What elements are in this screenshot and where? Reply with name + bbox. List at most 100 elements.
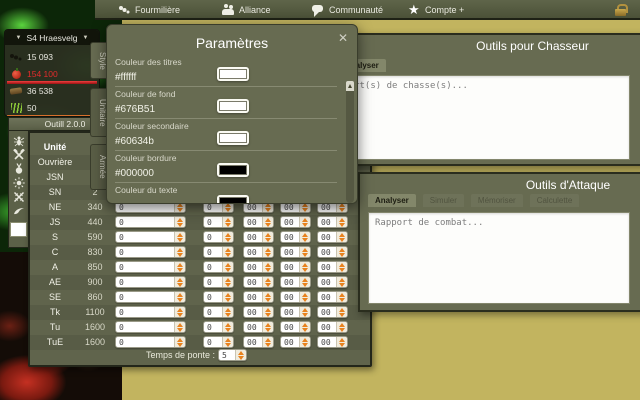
unit-pair-input[interactable]: 00 [280,246,311,258]
spinner-buttons[interactable] [262,217,273,227]
spinner-buttons[interactable] [174,217,185,227]
spinner-up-icon[interactable] [265,248,271,252]
spinner-up-icon[interactable] [177,338,183,342]
unit-count-input[interactable]: 0 [115,336,186,348]
spinner-down-icon[interactable] [302,238,308,242]
spinner-down-icon[interactable] [339,208,345,212]
toolbar-input-box[interactable] [10,222,27,237]
spinner-down-icon[interactable] [177,298,183,302]
spinner-buttons[interactable] [336,322,347,332]
spinner-buttons[interactable] [299,277,310,287]
unit-count-input[interactable]: 0 [115,261,186,273]
spinner-up-icon[interactable] [225,323,231,327]
spinner-buttons[interactable] [299,232,310,242]
nav-menu-item[interactable]: Compte + [408,3,464,17]
unit-pair-input[interactable]: 00 [243,276,274,288]
unit-qty-input[interactable]: 0 [203,216,234,228]
spinner-buttons[interactable] [262,307,273,317]
spinner-buttons[interactable] [174,262,185,272]
spinner-buttons[interactable] [174,277,185,287]
spinner-down-icon[interactable] [177,223,183,227]
unit-pair-input[interactable]: 00 [280,291,311,303]
bird-icon[interactable] [12,204,26,218]
spinner-down-icon[interactable] [225,313,231,317]
spinner-down-icon[interactable] [302,208,308,212]
spinner-up-icon[interactable] [177,293,183,297]
unit-pair-input[interactable]: 00 [317,306,348,318]
unit-pair-input[interactable]: 00 [317,261,348,273]
spinner-down-icon[interactable] [177,208,183,212]
spinner-up-icon[interactable] [177,218,183,222]
spinner-up-icon[interactable] [302,293,308,297]
unit-pair-input[interactable]: 00 [317,216,348,228]
unit-pair-input[interactable]: 00 [317,336,348,348]
unit-pair-input[interactable]: 00 [243,231,274,243]
unit-pair-input[interactable]: 00 [243,321,274,333]
spinner-up-icon[interactable] [339,308,345,312]
spinner-up-icon[interactable] [177,248,183,252]
unit-pair-input[interactable]: 00 [243,291,274,303]
spinner-up-icon[interactable] [302,218,308,222]
spinner-up-icon[interactable] [265,278,271,282]
unit-pair-input[interactable]: 00 [243,306,274,318]
spinner-down-icon[interactable] [302,343,308,347]
spinner-buttons[interactable] [336,292,347,302]
unit-qty-input[interactable]: 0 [203,276,234,288]
spinner-down-icon[interactable] [265,268,271,272]
spinner-down-icon[interactable] [225,253,231,257]
spinner-down-icon[interactable] [302,268,308,272]
nav-menu-item[interactable]: Alliance [222,3,271,17]
spinner-buttons[interactable] [262,337,273,347]
spinner-up-icon[interactable] [302,233,308,237]
spinner-up-icon[interactable] [177,233,183,237]
unit-pair-input[interactable]: 00 [243,216,274,228]
sun-icon[interactable] [12,176,26,190]
color-swatch-button[interactable] [217,163,249,177]
spinner-buttons[interactable] [262,277,273,287]
spinner-up-icon[interactable] [265,308,271,312]
spinner-down-icon[interactable] [302,253,308,257]
spinner-down-icon[interactable] [265,343,271,347]
spinner-buttons[interactable] [262,262,273,272]
spinner-down-icon[interactable] [265,298,271,302]
spinner-up-icon[interactable] [339,278,345,282]
hunt-report-textarea[interactable]: Rapport(s) de chasse(s)... [320,75,630,160]
spinner-up-icon[interactable] [225,278,231,282]
unit-pair-input[interactable]: 00 [317,231,348,243]
close-icon[interactable]: ✕ [338,31,348,45]
spinner-buttons[interactable] [222,292,233,302]
spinner-buttons[interactable] [299,337,310,347]
nav-menu-item[interactable]: Fourmilière [118,3,180,17]
spinner-buttons[interactable] [174,292,185,302]
spinner-down-icon[interactable] [339,283,345,287]
unit-qty-input[interactable]: 0 [203,321,234,333]
spinner-up-icon[interactable] [225,218,231,222]
unit-pair-input[interactable]: 00 [280,321,311,333]
spinner-down-icon[interactable] [339,298,345,302]
spinner-buttons[interactable] [336,217,347,227]
spinner-buttons[interactable] [222,247,233,257]
medal-icon[interactable] [12,162,26,176]
spinner-down-icon[interactable] [177,313,183,317]
spinner-up-icon[interactable] [177,263,183,267]
spinner-up-icon[interactable] [339,323,345,327]
settings-tab[interactable]: Style [90,42,107,79]
spinner-down-icon[interactable] [225,208,231,212]
spinner-buttons[interactable] [222,322,233,332]
spinner-buttons[interactable] [174,322,185,332]
spinner-down-icon[interactable] [177,283,183,287]
unit-count-input[interactable]: 0 [115,291,186,303]
spinner-up-icon[interactable] [302,323,308,327]
spinner-buttons[interactable] [222,262,233,272]
spinner-down-icon[interactable] [339,343,345,347]
unit-pair-input[interactable]: 00 [280,261,311,273]
spinner-down-icon[interactable] [265,283,271,287]
spinner-up-icon[interactable] [339,248,345,252]
spinner-down-icon[interactable] [177,268,183,272]
spinner-up-icon[interactable] [177,278,183,282]
spinner-buttons[interactable] [262,232,273,242]
unit-pair-input[interactable]: 00 [280,336,311,348]
crossed-swords-icon[interactable] [12,190,26,204]
spinner-up-icon[interactable] [265,233,271,237]
laying-time-input[interactable]: 5 [218,349,247,361]
